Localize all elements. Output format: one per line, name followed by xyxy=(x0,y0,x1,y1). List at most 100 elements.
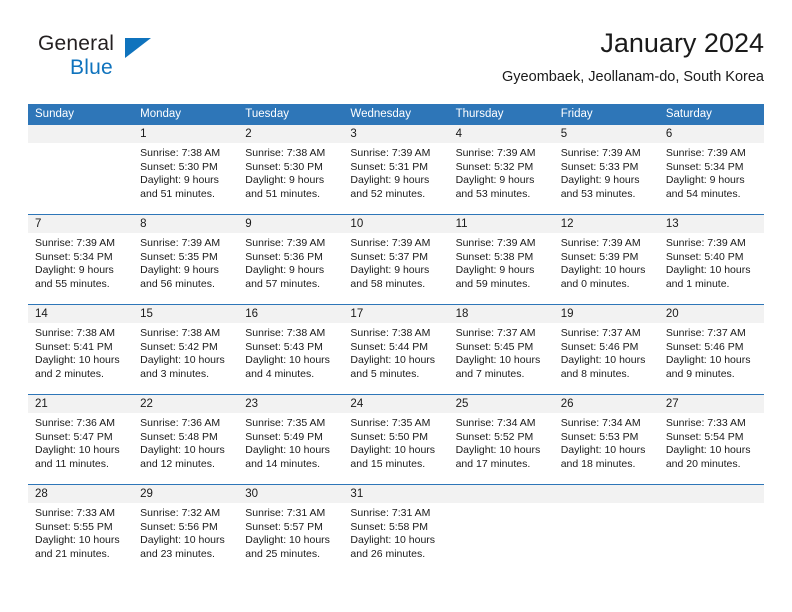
daylight-text-line1: Daylight: 10 hours xyxy=(140,354,225,367)
sunrise-text: Sunrise: 7:37 AM xyxy=(665,327,746,339)
sunrise-text: Sunrise: 7:33 AM xyxy=(35,507,115,519)
day-number: 1 xyxy=(133,125,239,143)
calendar-day-cell[interactable]: 9 Sunrise: 7:39 AM Sunset: 5:36 PM Dayli… xyxy=(238,215,344,304)
daylight-text-line1: Daylight: 10 hours xyxy=(35,354,120,367)
weekday-header-saturday: Saturday xyxy=(665,108,712,120)
calendar-day-cell[interactable] xyxy=(448,485,554,574)
calendar-day-cell[interactable]: 29 Sunrise: 7:32 AM Sunset: 5:56 PM Dayl… xyxy=(133,485,239,574)
sunrise-text: Sunrise: 7:32 AM xyxy=(140,507,221,519)
sunrise-text: Sunrise: 7:38 AM xyxy=(245,327,326,339)
day-number: 18 xyxy=(448,305,554,323)
calendar-day-cell[interactable]: 25 Sunrise: 7:34 AM Sunset: 5:52 PM Dayl… xyxy=(448,395,554,484)
page-title: January 2024 xyxy=(600,28,764,58)
day-number: 6 xyxy=(658,125,764,143)
daylight-text-line1: Daylight: 9 hours xyxy=(140,174,219,187)
calendar-day-cell[interactable]: 16 Sunrise: 7:38 AM Sunset: 5:43 PM Dayl… xyxy=(238,305,344,394)
calendar-day-cell[interactable]: 17 Sunrise: 7:38 AM Sunset: 5:44 PM Dayl… xyxy=(343,305,449,394)
calendar-day-cell[interactable]: 21 Sunrise: 7:36 AM Sunset: 5:47 PM Dayl… xyxy=(28,395,134,484)
sunrise-text: Sunrise: 7:31 AM xyxy=(350,507,431,519)
day-number: 17 xyxy=(343,305,449,323)
calendar-day-cell[interactable]: 31 Sunrise: 7:31 AM Sunset: 5:58 PM Dayl… xyxy=(343,485,449,574)
calendar-day-cell[interactable]: 18 Sunrise: 7:37 AM Sunset: 5:45 PM Dayl… xyxy=(448,305,554,394)
sunrise-text: Sunrise: 7:31 AM xyxy=(245,507,326,519)
calendar-day-cell[interactable]: 28 Sunrise: 7:33 AM Sunset: 5:55 PM Dayl… xyxy=(28,485,134,574)
calendar-day-cell[interactable]: 6 Sunrise: 7:39 AM Sunset: 5:34 PM Dayli… xyxy=(658,125,764,214)
daylight-text-line1: Daylight: 9 hours xyxy=(245,264,325,277)
day-number: 13 xyxy=(658,215,764,233)
calendar-day-cell[interactable]: 23 Sunrise: 7:35 AM Sunset: 5:49 PM Dayl… xyxy=(238,395,344,484)
sunset-text: Sunset: 5:45 PM xyxy=(455,340,534,353)
daylight-text-line2: and 21 minutes. xyxy=(35,547,110,560)
weekday-header-tuesday: Tuesday xyxy=(245,108,289,120)
calendar-day-cell[interactable] xyxy=(658,485,764,574)
calendar-day-cell[interactable]: 13 Sunrise: 7:39 AM Sunset: 5:40 PM Dayl… xyxy=(658,215,764,304)
day-number: 4 xyxy=(448,125,554,143)
weekday-header-monday: Monday xyxy=(140,108,182,120)
day-number: 11 xyxy=(448,215,554,233)
calendar-day-cell[interactable]: 1 Sunrise: 7:38 AM Sunset: 5:30 PM Dayli… xyxy=(133,125,239,214)
day-details: Sunrise: 7:39 AM Sunset: 5:39 PM Dayligh… xyxy=(554,233,659,291)
day-details: Sunrise: 7:38 AM Sunset: 5:41 PM Dayligh… xyxy=(28,323,133,381)
daylight-text-line2: and 15 minutes. xyxy=(350,457,426,470)
daylight-text-line2: and 14 minutes. xyxy=(245,457,320,470)
sunset-text: Sunset: 5:46 PM xyxy=(560,340,639,353)
day-number: 19 xyxy=(553,305,659,323)
general-blue-logo[interactable]: General Blue xyxy=(38,32,178,88)
daylight-text-line1: Daylight: 9 hours xyxy=(665,174,745,187)
calendar-day-cell[interactable]: 11 Sunrise: 7:39 AM Sunset: 5:38 PM Dayl… xyxy=(448,215,554,304)
calendar-day-cell[interactable]: 20 Sunrise: 7:37 AM Sunset: 5:46 PM Dayl… xyxy=(658,305,764,394)
day-number: 3 xyxy=(343,125,449,143)
calendar-day-cell[interactable] xyxy=(28,125,134,214)
daylight-text-line2: and 53 minutes. xyxy=(560,187,636,200)
sunset-text: Sunset: 5:43 PM xyxy=(245,340,323,353)
calendar-day-cell[interactable]: 3 Sunrise: 7:39 AM Sunset: 5:31 PM Dayli… xyxy=(343,125,449,214)
day-number: 21 xyxy=(28,395,134,413)
day-details: Sunrise: 7:33 AM Sunset: 5:54 PM Dayligh… xyxy=(659,413,764,471)
calendar-day-cell[interactable]: 27 Sunrise: 7:33 AM Sunset: 5:54 PM Dayl… xyxy=(658,395,764,484)
calendar-day-cell[interactable]: 8 Sunrise: 7:39 AM Sunset: 5:35 PM Dayli… xyxy=(133,215,239,304)
calendar-day-cell[interactable]: 2 Sunrise: 7:38 AM Sunset: 5:30 PM Dayli… xyxy=(238,125,344,214)
day-number: 26 xyxy=(553,395,659,413)
calendar-day-cell[interactable]: 12 Sunrise: 7:39 AM Sunset: 5:39 PM Dayl… xyxy=(553,215,659,304)
day-number: 27 xyxy=(658,395,764,413)
calendar-day-cell[interactable]: 19 Sunrise: 7:37 AM Sunset: 5:46 PM Dayl… xyxy=(553,305,659,394)
calendar-day-cell[interactable]: 22 Sunrise: 7:36 AM Sunset: 5:48 PM Dayl… xyxy=(133,395,239,484)
logo-text-general: General xyxy=(38,32,115,55)
day-number: 25 xyxy=(448,395,554,413)
sunset-text: Sunset: 5:58 PM xyxy=(350,520,429,533)
sunset-text: Sunset: 5:30 PM xyxy=(245,160,323,173)
sunset-text: Sunset: 5:39 PM xyxy=(560,250,639,263)
calendar-day-cell[interactable]: 15 Sunrise: 7:38 AM Sunset: 5:42 PM Dayl… xyxy=(133,305,239,394)
calendar-day-cell[interactable]: 14 Sunrise: 7:38 AM Sunset: 5:41 PM Dayl… xyxy=(28,305,134,394)
daylight-text-line2: and 0 minutes. xyxy=(560,277,630,290)
daylight-text-line1: Daylight: 10 hours xyxy=(560,444,646,457)
calendar-day-cell[interactable]: 26 Sunrise: 7:34 AM Sunset: 5:53 PM Dayl… xyxy=(553,395,659,484)
calendar-day-cell[interactable]: 4 Sunrise: 7:39 AM Sunset: 5:32 PM Dayli… xyxy=(448,125,554,214)
title-block: January 2024 Gyeombaek, Jeollanam-do, So… xyxy=(502,26,764,88)
calendar-day-cell[interactable]: 7 Sunrise: 7:39 AM Sunset: 5:34 PM Dayli… xyxy=(28,215,134,304)
sunset-text: Sunset: 5:53 PM xyxy=(560,430,639,443)
day-number: 14 xyxy=(28,305,134,323)
day-number: 31 xyxy=(343,485,449,503)
sunrise-text: Sunrise: 7:39 AM xyxy=(455,147,536,159)
day-number: 20 xyxy=(658,305,764,323)
day-details: Sunrise: 7:39 AM Sunset: 5:33 PM Dayligh… xyxy=(554,143,659,201)
daylight-text-line1: Daylight: 10 hours xyxy=(350,444,436,457)
day-number: 28 xyxy=(28,485,134,503)
daylight-text-line1: Daylight: 10 hours xyxy=(245,534,330,547)
sunset-text: Sunset: 5:37 PM xyxy=(350,250,429,263)
day-number: 29 xyxy=(133,485,239,503)
calendar-day-cell[interactable]: 30 Sunrise: 7:31 AM Sunset: 5:57 PM Dayl… xyxy=(238,485,344,574)
sunrise-text: Sunrise: 7:33 AM xyxy=(665,417,746,429)
daylight-text-line2: and 17 minutes. xyxy=(455,457,531,470)
daylight-text-line1: Daylight: 9 hours xyxy=(35,264,114,277)
calendar-day-cell[interactable] xyxy=(553,485,659,574)
daylight-text-line2: and 11 minutes. xyxy=(35,457,109,470)
day-details: Sunrise: 7:39 AM Sunset: 5:36 PM Dayligh… xyxy=(238,233,343,291)
day-details: Sunrise: 7:35 AM Sunset: 5:49 PM Dayligh… xyxy=(238,413,343,471)
sunrise-text: Sunrise: 7:36 AM xyxy=(35,417,115,429)
calendar-day-cell[interactable]: 10 Sunrise: 7:39 AM Sunset: 5:37 PM Dayl… xyxy=(343,215,449,304)
calendar-day-cell[interactable]: 24 Sunrise: 7:35 AM Sunset: 5:50 PM Dayl… xyxy=(343,395,449,484)
calendar-day-cell[interactable]: 5 Sunrise: 7:39 AM Sunset: 5:33 PM Dayli… xyxy=(553,125,659,214)
day-number: 23 xyxy=(238,395,344,413)
